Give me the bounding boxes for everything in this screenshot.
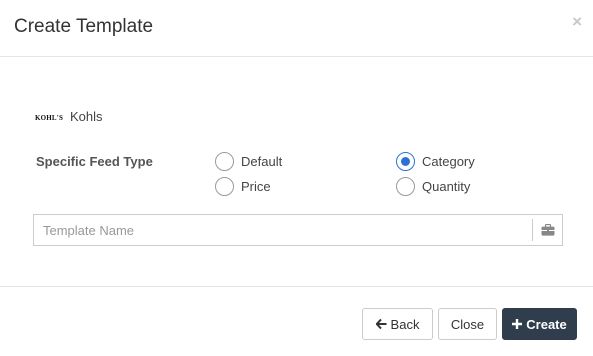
create-button-label: Create <box>526 316 567 332</box>
radio-label-price: Price <box>241 179 271 194</box>
radio-label-quantity: Quantity <box>422 179 471 194</box>
radio-label-default: Default <box>241 154 283 169</box>
close-button[interactable]: Close <box>438 308 497 340</box>
back-button-label: Back <box>390 316 420 332</box>
store-name: Kohls <box>70 109 103 124</box>
modal-title: Create Template <box>14 16 154 37</box>
radio-circle-default[interactable] <box>215 152 234 171</box>
arrow-left-icon <box>375 319 387 329</box>
modal-header: Create Template × <box>0 0 593 57</box>
radio-circle-quantity[interactable] <box>396 177 415 196</box>
radio-circle-price[interactable] <box>215 177 234 196</box>
radio-category[interactable]: Category <box>396 152 475 171</box>
close-icon[interactable]: × <box>572 13 582 30</box>
template-name-input[interactable] <box>34 215 532 245</box>
create-template-modal: Create Template × KOHL'S Kohls Specific … <box>0 0 593 356</box>
radio-default[interactable]: Default <box>215 152 282 171</box>
radio-circle-category[interactable] <box>396 152 415 171</box>
feed-type-label: Specific Feed Type <box>36 154 153 169</box>
radio-label-category: Category <box>422 154 475 169</box>
close-button-label: Close <box>450 316 485 332</box>
briefcase-icon <box>532 219 562 241</box>
modal-footer: Back Close Create <box>0 286 593 356</box>
radio-price[interactable]: Price <box>215 177 271 196</box>
radio-quantity[interactable]: Quantity <box>396 177 470 196</box>
back-button[interactable]: Back <box>362 308 433 340</box>
create-button[interactable]: Create <box>502 308 577 340</box>
plus-icon <box>512 319 523 329</box>
template-name-group <box>33 214 563 246</box>
kohls-logo: KOHL'S <box>35 114 64 122</box>
